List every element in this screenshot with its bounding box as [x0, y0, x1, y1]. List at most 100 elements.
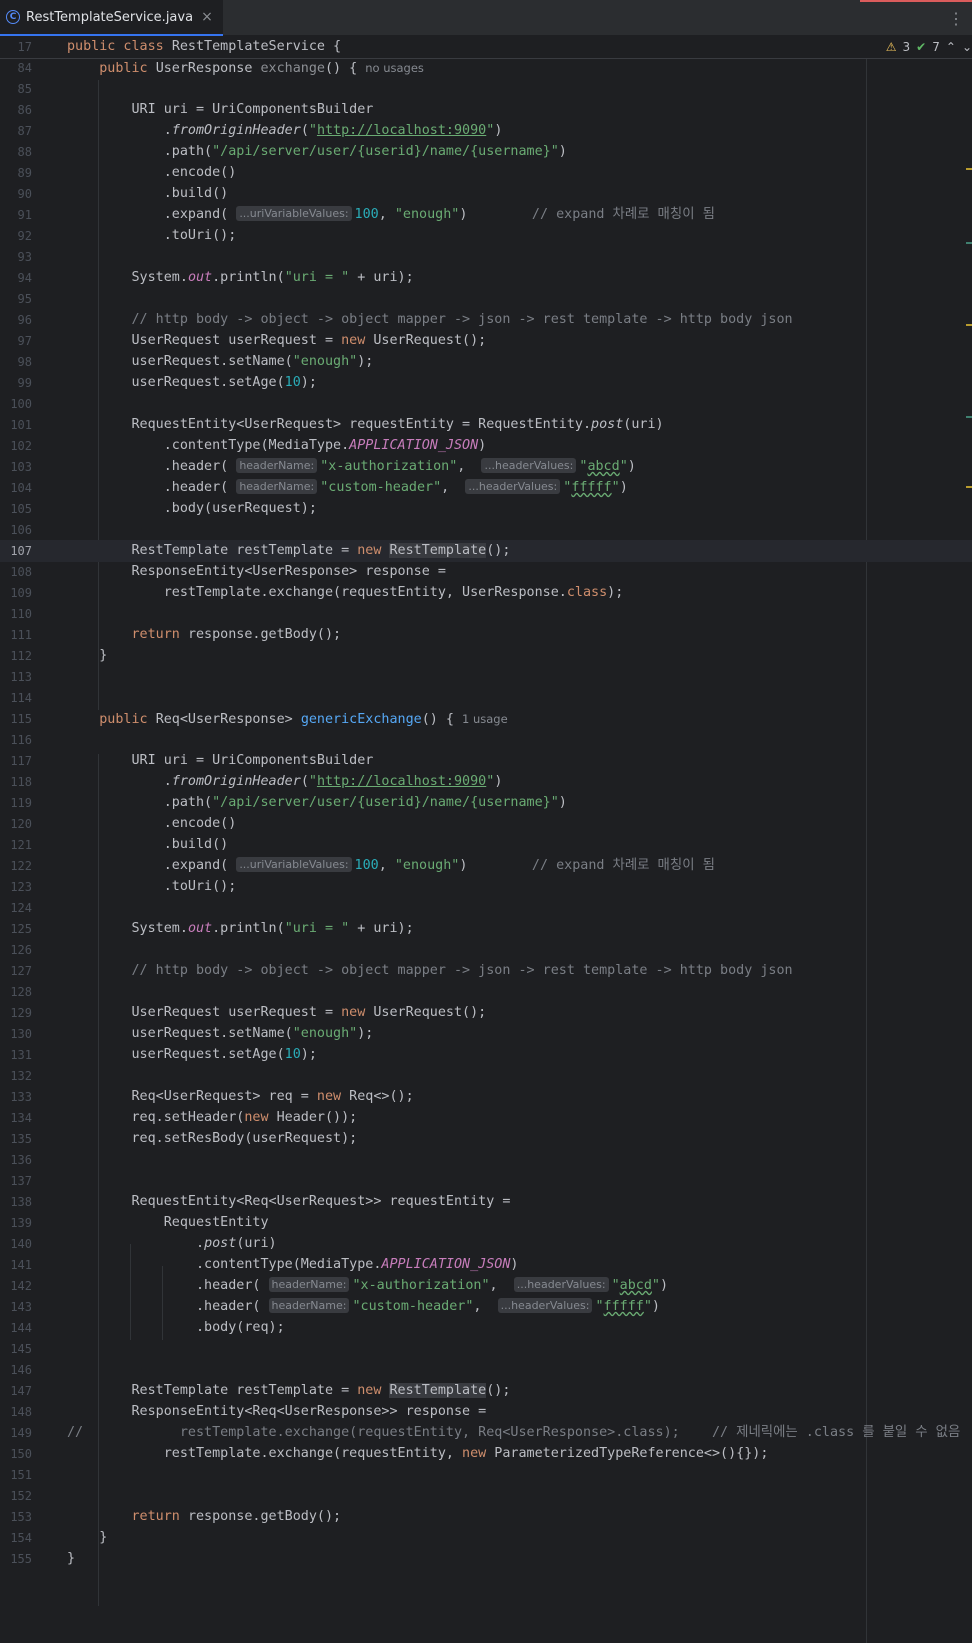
code-line[interactable]: 152 [0, 1485, 972, 1507]
line-number: 84 [17, 61, 32, 75]
code-line[interactable]: 145 [0, 1338, 972, 1360]
code-line[interactable]: 141 .contentType(MediaType.APPLICATION_J… [0, 1254, 972, 1276]
code-line[interactable]: 133 Req<UserRequest> req = new Req<>(); [0, 1086, 972, 1108]
code-line[interactable]: 110 [0, 603, 972, 625]
code-line[interactable]: 117 URI uri = UriComponentsBuilder [0, 750, 972, 772]
inspection-widget[interactable]: ⚠ 3 ✔ 7 ⌃ ⌄ [879, 38, 972, 56]
check-icon: ✔ [916, 40, 927, 54]
code-line[interactable]: 122 .expand( ...uriVariableValues: 100, "… [0, 855, 972, 877]
code-line[interactable]: 119 .path("/api/server/user/{userid}/nam… [0, 792, 972, 814]
code-line[interactable]: 91 .expand( ...uriVariableValues: 100, "e… [0, 204, 972, 226]
code-line[interactable]: 138 RequestEntity<Req<UserRequest>> requ… [0, 1191, 972, 1213]
code-line[interactable]: 151 [0, 1464, 972, 1486]
code-line[interactable]: 86 URI uri = UriComponentsBuilder [0, 99, 972, 121]
code-line[interactable]: 131 userRequest.setAge(10); [0, 1044, 972, 1066]
line-number: 105 [10, 502, 32, 516]
code-line[interactable]: 146 [0, 1359, 972, 1381]
next-highlight-icon[interactable]: ⌄ [962, 40, 972, 54]
code-line[interactable]: 107 RestTemplate restTemplate = new Rest… [0, 540, 972, 562]
code-line[interactable]: 132 [0, 1065, 972, 1087]
code-line[interactable]: 147 RestTemplate restTemplate = new Rest… [0, 1380, 972, 1402]
tab-bar-accent-line [860, 0, 972, 2]
code-line[interactable]: 93 [0, 246, 972, 268]
code-line[interactable]: 104 .header( headerName: "custom-header",… [0, 477, 972, 499]
code-line[interactable]: 142 .header( headerName: "x-authorization… [0, 1275, 972, 1297]
code-line[interactable]: 129 UserRequest userRequest = new UserRe… [0, 1002, 972, 1024]
code-line[interactable]: 95 [0, 288, 972, 310]
code-token: .encode() [67, 816, 237, 831]
code-line[interactable]: 127 // http body -> object -> object map… [0, 960, 972, 982]
code-line[interactable]: 150 restTemplate.exchange(requestEntity,… [0, 1443, 972, 1465]
code-line[interactable]: 149 // restTemplate.exchange(requestEntit… [0, 1422, 972, 1444]
code-editor[interactable]: 17 public class RestTemplateService {84 p… [0, 36, 972, 1643]
code-line[interactable]: 87 .fromOriginHeader("http://localhost:9… [0, 120, 972, 142]
parameter-hint: ...headerValues: [465, 479, 561, 494]
code-line[interactable]: 143 .header( headerName: "custom-header",… [0, 1296, 972, 1318]
tab-resttemplateservice[interactable]: C RestTemplateService.java × [0, 0, 223, 36]
code-line[interactable]: 115 public Req<UserResponse> genericExch… [0, 708, 972, 730]
code-line[interactable]: 118 .fromOriginHeader("http://localhost:… [0, 771, 972, 793]
code-line[interactable]: 96 // http body -> object -> object mapp… [0, 309, 972, 331]
code-line[interactable]: 137 [0, 1170, 972, 1192]
code-line[interactable]: 102 .contentType(MediaType.APPLICATION_J… [0, 435, 972, 457]
code-text: } [67, 645, 107, 667]
line-number: 110 [10, 607, 32, 621]
code-line[interactable]: 155} [0, 1548, 972, 1570]
code-text: .post(uri) [67, 1233, 277, 1255]
code-line[interactable]: 120 .encode() [0, 813, 972, 835]
code-line[interactable]: 84 public UserResponse exchange() {no us… [0, 57, 972, 79]
code-line[interactable]: 100 [0, 393, 972, 415]
code-line[interactable]: 125 System.out.println("uri = " + uri); [0, 918, 972, 940]
code-line[interactable]: 124 [0, 897, 972, 919]
code-line[interactable]: 99 userRequest.setAge(10); [0, 372, 972, 394]
code-line[interactable]: 94 System.out.println("uri = " + uri); [0, 267, 972, 289]
code-line[interactable]: 101 RequestEntity<UserRequest> requestEn… [0, 414, 972, 436]
line-number: 121 [10, 838, 32, 852]
code-line[interactable]: 128 [0, 981, 972, 1003]
previous-highlight-icon[interactable]: ⌃ [946, 40, 956, 54]
usage-hint[interactable]: no usages [365, 61, 424, 75]
usage-hint[interactable]: 1 usage [462, 712, 508, 726]
code-line[interactable]: 139 RequestEntity [0, 1212, 972, 1234]
code-line[interactable]: 148 ResponseEntity<Req<UserResponse>> re… [0, 1401, 972, 1423]
code-line[interactable]: 121 .build() [0, 834, 972, 856]
code-line[interactable]: 90 .build() [0, 183, 972, 205]
code-text: req.setHeader(new Header()); [67, 1107, 357, 1129]
code-line[interactable]: 112 } [0, 645, 972, 667]
line-number: 116 [10, 733, 32, 747]
code-line[interactable]: 111 return response.getBody(); [0, 624, 972, 646]
code-line[interactable]: 106 [0, 519, 972, 541]
code-line[interactable]: 123 .toUri(); [0, 876, 972, 898]
code-line[interactable]: 154 } [0, 1527, 972, 1549]
code-line[interactable]: 130 userRequest.setName("enough"); [0, 1023, 972, 1045]
code-line[interactable]: 136 [0, 1149, 972, 1171]
code-line[interactable]: 114 [0, 687, 972, 709]
code-line[interactable]: 88 .path("/api/server/user/{userid}/name… [0, 141, 972, 163]
more-options-icon[interactable]: ⋮ [948, 9, 964, 28]
code-token: .toUri(); [67, 228, 237, 243]
code-line[interactable]: 98 userRequest.setName("enough"); [0, 351, 972, 373]
close-icon[interactable]: × [201, 9, 213, 25]
code-line[interactable]: 113 [0, 666, 972, 688]
code-text: // http body -> object -> object mapper … [67, 309, 792, 331]
code-line[interactable]: 144 .body(req); [0, 1317, 972, 1339]
code-line[interactable]: 97 UserRequest userRequest = new UserReq… [0, 330, 972, 352]
code-line[interactable]: 105 .body(userRequest); [0, 498, 972, 520]
line-number: 112 [10, 649, 32, 663]
code-line[interactable]: 135 req.setResBody(userRequest); [0, 1128, 972, 1150]
code-line[interactable]: 92 .toUri(); [0, 225, 972, 247]
code-line[interactable]: 116 [0, 729, 972, 751]
line-number: 94 [17, 271, 32, 285]
code-line[interactable]: 140 .post(uri) [0, 1233, 972, 1255]
code-line[interactable]: 103 .header( headerName: "x-authorization… [0, 456, 972, 478]
code-line[interactable]: 126 [0, 939, 972, 961]
code-line[interactable]: 108 ResponseEntity<UserResponse> respons… [0, 561, 972, 583]
code-line[interactable]: 153 return response.getBody(); [0, 1506, 972, 1528]
code-line[interactable]: 134 req.setHeader(new Header()); [0, 1107, 972, 1129]
code-line[interactable]: 109 restTemplate.exchange(requestEntity,… [0, 582, 972, 604]
code-line[interactable]: 89 .encode() [0, 162, 972, 184]
code-line[interactable]: 85 [0, 78, 972, 100]
code-token: } [67, 648, 108, 663]
code-token: .header( [67, 1278, 269, 1293]
code-line[interactable]: 17 public class RestTemplateService { [0, 36, 972, 59]
